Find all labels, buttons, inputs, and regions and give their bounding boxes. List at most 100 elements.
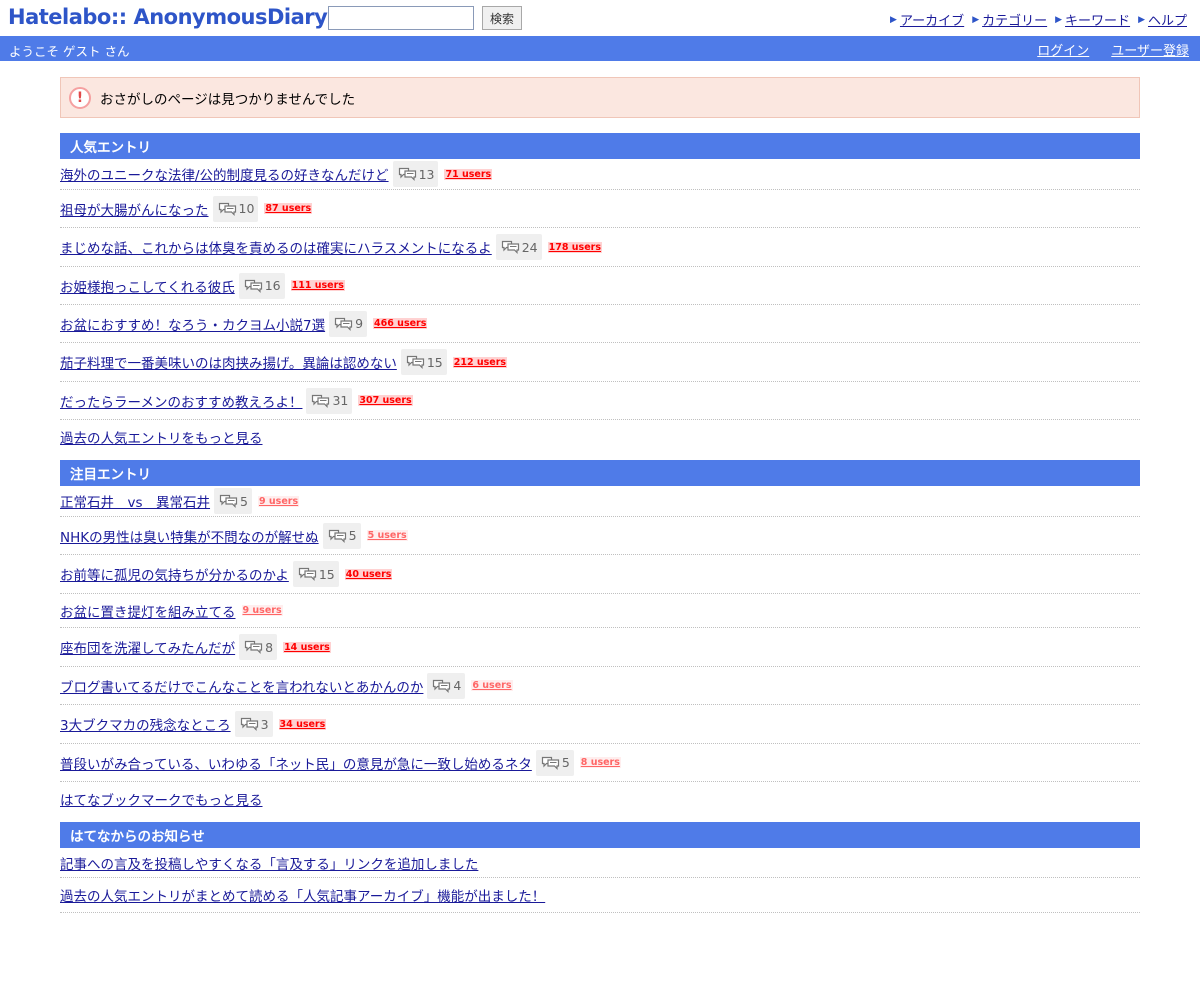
entry-title-link[interactable]: NHKの男性は臭い特集が不問なのが解せぬ	[60, 526, 319, 546]
bookmark-users-link[interactable]: 8 users	[579, 757, 621, 768]
comment-count-badge[interactable]: 15	[292, 561, 339, 587]
entry-title-link[interactable]: 過去の人気エントリがまとめて読める「人気記事アーカイブ」機能が出ました！	[60, 885, 545, 905]
comment-count-badge[interactable]: 8	[239, 634, 278, 660]
comment-icon	[218, 202, 236, 216]
comment-count-badge[interactable]: 5	[322, 522, 361, 549]
entry-row: 祖母が大腸がんになった 10 87 users	[60, 190, 1140, 228]
comment-count: 5	[561, 755, 570, 770]
comment-count-badge[interactable]: 31	[306, 387, 353, 414]
header-nav: ▶ アーカイブ ▶ カテゴリー ▶ キーワード ▶ ヘルプ	[890, 10, 1187, 29]
nav-item-archive: ▶ アーカイブ	[890, 10, 964, 29]
hot-entry-list: 正常石井 vs 異常石井 5 9 users NHKの男性は臭い特集が不問なのが解せぬ…	[60, 486, 1140, 782]
entry-title-link[interactable]: お盆に置き提灯を組み立てる	[60, 601, 236, 621]
main-content: ! おさがしのページは見つかりませんでした 人気エントリ 海外のユニークな法律/…	[60, 77, 1140, 913]
bookmark-users-link[interactable]: 14 users	[283, 641, 331, 653]
bookmark-users-link[interactable]: 6 users	[471, 680, 513, 691]
bookmark-users-link[interactable]: 178 users	[547, 241, 602, 253]
entry-title-link[interactable]: 正常石井 vs 異常石井	[60, 491, 210, 511]
comment-icon	[244, 279, 262, 293]
entry-row: お前等に孤児の気持ちが分かるのかよ 15 40 users	[60, 555, 1140, 594]
entry-title-link[interactable]: ブログ書いてるだけでこんなことを言われないとあかんのか	[60, 676, 423, 696]
entry-row: お盆におすすめ！なろう・カクヨム小説7選 9 466 users	[60, 305, 1140, 343]
entry-title-link[interactable]: 3大ブクマカの残念なところ	[60, 714, 231, 734]
comment-count: 16	[264, 278, 281, 293]
nav-link-help[interactable]: ヘルプ	[1148, 10, 1187, 29]
entry-row: 普段いがみ合っている、いわゆる「ネット民」の意見が急に一致し始めるネタ 5 8 us…	[60, 744, 1140, 782]
bookmark-users-link[interactable]: 40 users	[344, 568, 393, 580]
entry-title-link[interactable]: お姫様抱っこしてくれる彼氏	[60, 276, 235, 296]
entry-title-link[interactable]: 普段いがみ合っている、いわゆる「ネット民」の意見が急に一致し始めるネタ	[60, 753, 532, 773]
entry-title-link[interactable]: だったらラーメンのおすすめ教えろよ！	[60, 391, 302, 411]
entry-title-link[interactable]: 茄子料理で一番美味いのは肉挟み揚げ。異論は認めない	[60, 352, 397, 372]
bookmark-users-link[interactable]: 111 users	[290, 280, 345, 291]
comment-count-badge[interactable]: 24	[495, 234, 542, 260]
popular-entry-list: 海外のユニークな法律/公的制度見るの好きなんだけど 13 71 users 祖母が大腸…	[60, 159, 1140, 420]
comment-count-badge[interactable]: 13	[392, 161, 439, 187]
section-header-hot: 注目エントリ	[60, 460, 1140, 486]
welcome-text: ようこそ ゲスト さん	[9, 44, 130, 59]
comment-icon	[433, 679, 451, 693]
entry-row: 座布団を洗濯してみたんだが 8 14 users	[60, 628, 1140, 667]
nav-link-category[interactable]: カテゴリー	[982, 10, 1047, 29]
welcome-bar: ようこそ ゲスト さん ログイン ユーザー登録	[0, 36, 1200, 61]
search-button[interactable]: 検索	[482, 6, 522, 30]
entry-title-link[interactable]: 座布団を洗濯してみたんだが	[60, 637, 235, 657]
entry-row: お姫様抱っこしてくれる彼氏 16 111 users	[60, 267, 1140, 305]
bookmark-users-link[interactable]: 466 users	[373, 318, 428, 329]
bookmark-users-link[interactable]: 71 users	[444, 168, 493, 180]
entry-title-link[interactable]: 海外のユニークな法律/公的制度見るの好きなんだけど	[60, 164, 389, 184]
comment-count-badge[interactable]: 10	[212, 195, 259, 222]
comment-icon	[245, 640, 263, 654]
nav-item-category: ▶ カテゴリー	[972, 10, 1047, 29]
bookmark-users-link[interactable]: 87 users	[264, 203, 313, 214]
exclamation-icon: !	[69, 86, 91, 109]
comment-count: 31	[332, 393, 349, 408]
comment-count: 8	[265, 639, 274, 655]
entry-row: 海外のユニークな法律/公的制度見るの好きなんだけど 13 71 users	[60, 159, 1140, 190]
popular-more-link[interactable]: 過去の人気エントリをもっと見る	[60, 420, 1140, 459]
bookmark-users-link[interactable]: 9 users	[257, 495, 300, 507]
register-link[interactable]: ユーザー登録	[1111, 40, 1189, 59]
site-logo[interactable]: Hatelabo:: AnonymousDiary	[8, 5, 328, 29]
bookmark-users-link[interactable]: 212 users	[452, 356, 508, 368]
entry-title-link[interactable]: 記事への言及を投稿しやすくなる「言及する」リンクを追加しました	[60, 853, 478, 873]
comment-count-badge[interactable]: 3	[234, 711, 273, 737]
comment-count-badge[interactable]: 4	[427, 672, 466, 699]
comment-count-badge[interactable]: 5	[214, 488, 252, 514]
entry-row: だったらラーメンのおすすめ教えろよ！ 31 307 users	[60, 382, 1140, 420]
comment-count-badge[interactable]: 5	[535, 749, 574, 776]
entry-row: 3大ブクマカの残念なところ 3 34 users	[60, 705, 1140, 744]
entry-title-link[interactable]: まじめな話、これからは体臭を責めるのは確実にハラスメントになるよ	[60, 237, 492, 257]
error-message-box: ! おさがしのページは見つかりませんでした	[60, 77, 1140, 118]
error-message: おさがしのページは見つかりませんでした	[100, 91, 356, 108]
search-input[interactable]	[328, 6, 474, 30]
entry-title-link[interactable]: お盆におすすめ！なろう・カクヨム小説7選	[60, 314, 325, 334]
bookmark-users-link[interactable]: 5 users	[366, 530, 408, 541]
nav-link-keyword[interactable]: キーワード	[1065, 10, 1130, 29]
comment-count: 15	[318, 566, 335, 582]
triangle-right-icon: ▶	[972, 14, 980, 25]
nav-item-keyword: ▶ キーワード	[1055, 10, 1130, 29]
entry-row: まじめな話、これからは体臭を責めるのは確実にハラスメントになるよ 24 178 us…	[60, 228, 1140, 267]
comment-count: 10	[238, 201, 255, 216]
login-link[interactable]: ログイン	[1037, 40, 1089, 59]
comment-icon	[312, 394, 330, 408]
section-header-popular: 人気エントリ	[60, 133, 1140, 159]
bookmark-users-link[interactable]: 9 users	[241, 605, 283, 616]
nav-link-archive[interactable]: アーカイブ	[900, 10, 964, 29]
comment-icon	[328, 529, 346, 543]
comment-count-badge[interactable]: 9	[329, 310, 368, 337]
bookmark-users-link[interactable]: 307 users	[358, 395, 413, 406]
comment-icon	[398, 167, 416, 181]
hot-more-link[interactable]: はてなブックマークでもっと見る	[60, 782, 1140, 821]
comment-count-badge[interactable]: 16	[238, 272, 285, 299]
comment-count: 24	[521, 239, 538, 255]
entry-title-link[interactable]: 祖母が大腸がんになった	[60, 199, 209, 219]
entry-title-link[interactable]: お前等に孤児の気持ちが分かるのかよ	[60, 564, 289, 584]
comment-count: 9	[355, 316, 364, 331]
bookmark-users-link[interactable]: 34 users	[278, 718, 327, 730]
comment-icon	[406, 355, 424, 369]
comment-count-badge[interactable]: 15	[400, 349, 447, 375]
comment-icon	[298, 567, 316, 581]
comment-count: 15	[426, 354, 443, 370]
